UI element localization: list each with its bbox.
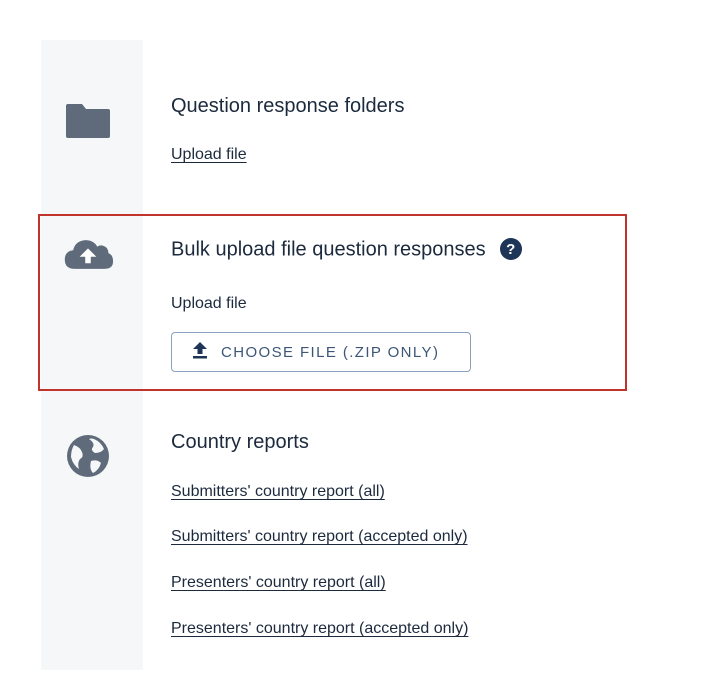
bulk-upload-title: Bulk upload file question responses? — [171, 238, 522, 262]
upload-file-label: Upload file — [171, 295, 247, 312]
folder-icon — [62, 98, 114, 142]
presenters-accepted-link[interactable]: Presenters' country report (accepted onl… — [171, 620, 468, 638]
globe-icon — [62, 434, 114, 478]
folders-title: Question response folders — [171, 95, 405, 117]
bulk-upload-title-text: Bulk upload file question responses — [171, 238, 486, 261]
choose-file-button[interactable]: CHOOSE FILE (.ZIP ONLY) — [171, 332, 471, 372]
page: Question response folders Upload file Bu… — [0, 0, 716, 698]
submitters-all-link[interactable]: Submitters' country report (all) — [171, 483, 385, 501]
upload-arrow-icon — [191, 341, 209, 364]
country-reports-title: Country reports — [171, 431, 309, 453]
help-icon[interactable]: ? — [499, 238, 522, 260]
submitters-accepted-link[interactable]: Submitters' country report (accepted onl… — [171, 528, 468, 546]
choose-file-label: CHOOSE FILE (.ZIP ONLY) — [221, 343, 440, 361]
presenters-all-link[interactable]: Presenters' country report (all) — [171, 574, 386, 592]
cloud-upload-icon — [62, 232, 114, 276]
folders-upload-link[interactable]: Upload file — [171, 146, 247, 164]
